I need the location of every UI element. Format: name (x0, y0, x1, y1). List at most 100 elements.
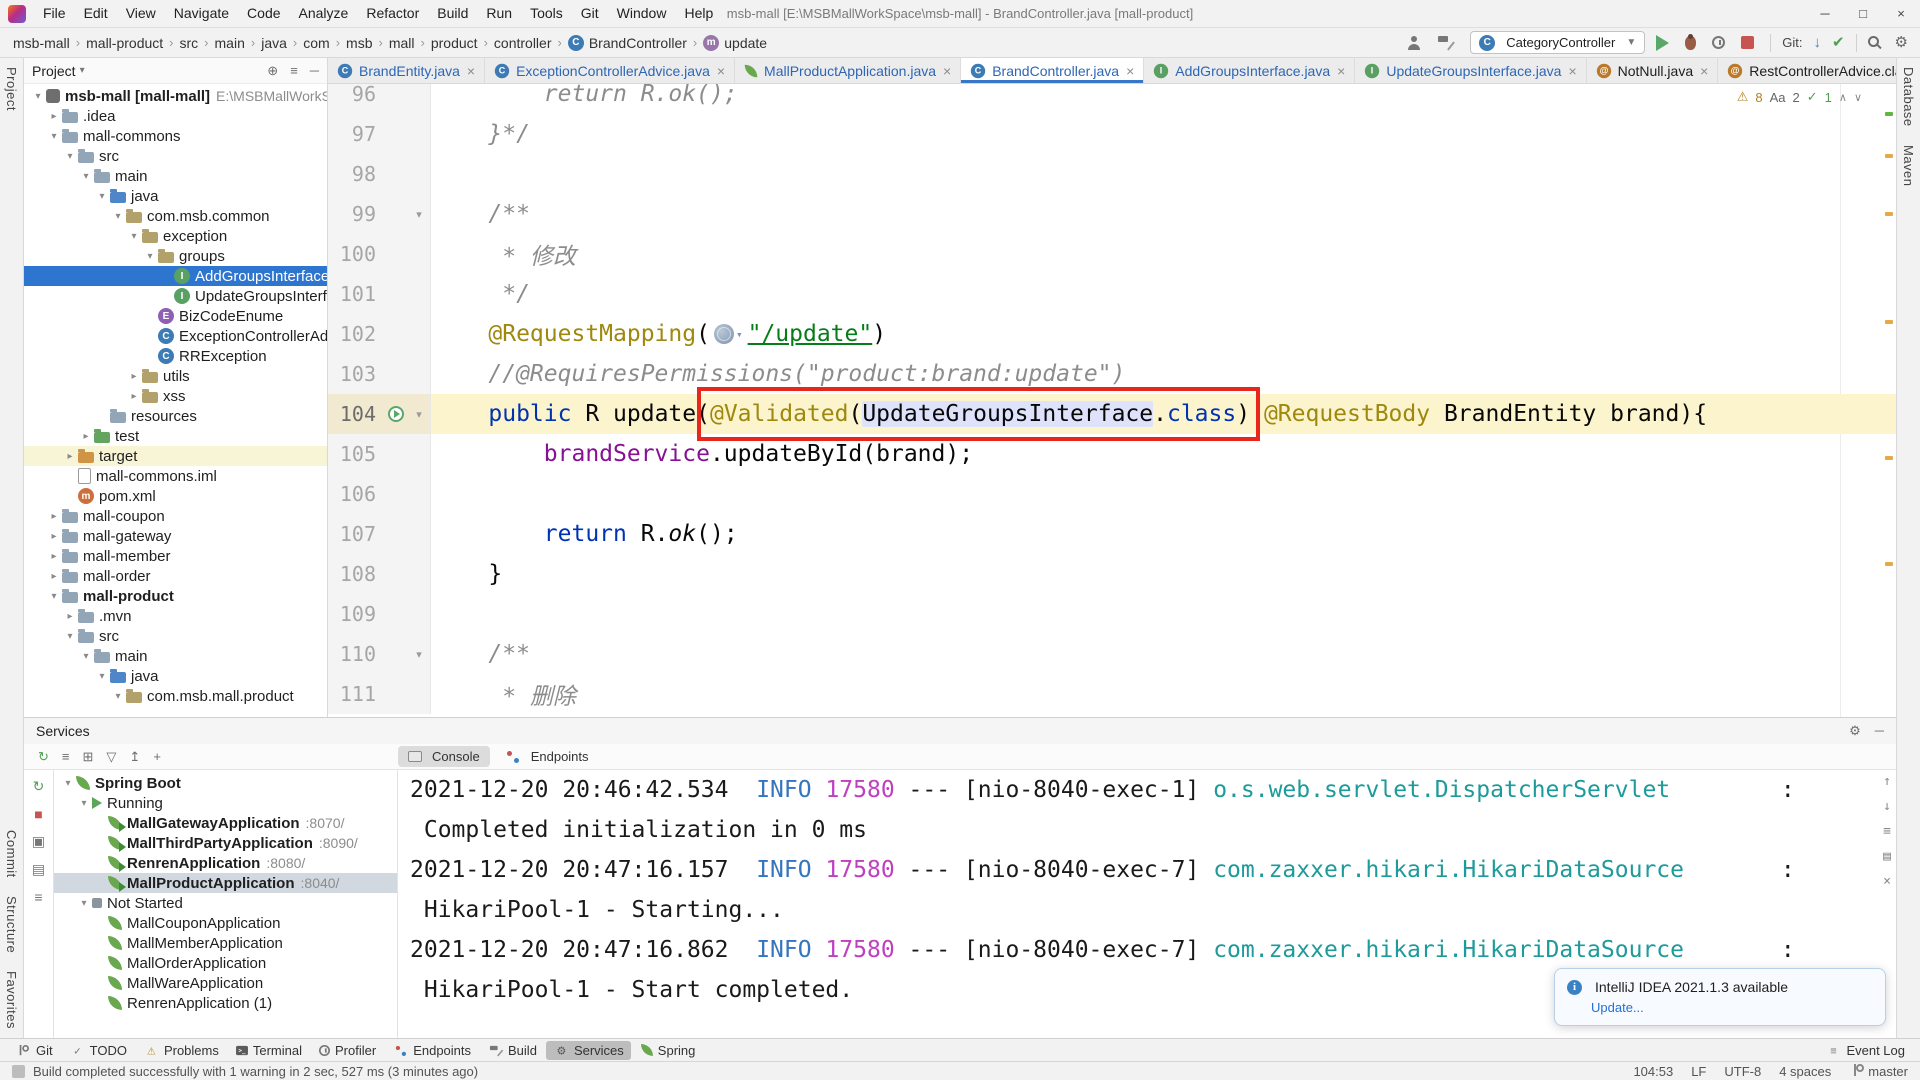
tool-window-button-terminal[interactable]: Terminal (228, 1041, 309, 1060)
tree-item[interactable]: ▾java (24, 186, 327, 206)
maximize-button[interactable]: □ (1844, 0, 1882, 27)
code-line[interactable]: 96 return R.ok(); (328, 84, 1896, 114)
menu-git[interactable]: Git (572, 0, 608, 27)
tree-item[interactable]: ▸.mvn (24, 606, 327, 626)
tool-window-button-build[interactable]: Build (480, 1041, 544, 1060)
tree-item[interactable]: ▾com.msb.mall.product (24, 686, 327, 706)
status-item[interactable]: UTF-8 (1724, 1064, 1761, 1079)
chevron-down-icon[interactable]: ▾ (80, 65, 85, 76)
debug-button[interactable] (1685, 36, 1696, 50)
restart-icon[interactable]: ↻ (33, 778, 45, 795)
code-line[interactable]: 103 //@RequiresPermissions("product:bran… (328, 354, 1896, 394)
breadcrumb-item[interactable]: msb-mall (12, 35, 71, 51)
view-tab-console[interactable]: Console (398, 746, 490, 767)
tree-item[interactable]: ▾Spring Boot (54, 773, 397, 793)
close-icon[interactable]: × (1337, 63, 1345, 79)
tree-item[interactable]: ▸.idea (24, 106, 327, 126)
tree-item[interactable]: mall-commons.iml (24, 466, 327, 486)
chevron-open-icon[interactable]: ▾ (46, 591, 62, 602)
tree-item[interactable]: BizCodeEnume (24, 306, 327, 326)
editor-tab[interactable]: BrandEntity.java× (328, 58, 485, 83)
code-line[interactable]: 101 */ (328, 274, 1896, 314)
close-icon[interactable]: × (1568, 63, 1576, 79)
prev-issue-icon[interactable]: ∧ (1839, 91, 1847, 104)
tool-button-project[interactable]: Project (4, 58, 19, 120)
add-service-icon[interactable]: + (153, 749, 161, 765)
tree-item[interactable]: ▸mall-member (24, 546, 327, 566)
tool-window-button-spring[interactable]: Spring (633, 1041, 703, 1060)
code-line[interactable]: 100 * 修改 (328, 234, 1896, 274)
status-item[interactable]: 4 spaces (1779, 1064, 1831, 1079)
tree-item[interactable]: ▾exception (24, 226, 327, 246)
chevron-closed-icon[interactable]: ▸ (126, 391, 142, 402)
tree-item[interactable]: ▾main (24, 646, 327, 666)
tree-item[interactable]: MallOrderApplication (54, 953, 397, 973)
git-update-button[interactable]: ↓ (1813, 35, 1821, 50)
tool-window-button-profiler[interactable]: Profiler (311, 1041, 383, 1060)
git-commit-button[interactable]: ✔ (1832, 35, 1845, 50)
chevron-open-icon[interactable]: ▾ (110, 211, 126, 222)
tool-window-button-git[interactable]: Git (8, 1041, 60, 1060)
tree-item[interactable]: MallWareApplication (54, 973, 397, 993)
editor-tab[interactable]: NotNull.java× (1587, 58, 1719, 83)
rerun-icon[interactable]: ↻ (38, 749, 49, 765)
tree-item[interactable]: ▾com.msb.common (24, 206, 327, 226)
chevron-closed-icon[interactable]: ▸ (62, 451, 78, 462)
fold-icon[interactable]: ▾ (408, 408, 430, 421)
tree-item[interactable]: ▸mall-gateway (24, 526, 327, 546)
stop-icon[interactable]: ■ (34, 806, 42, 822)
menu-navigate[interactable]: Navigate (165, 0, 238, 27)
tool-button-maven[interactable]: Maven (1901, 136, 1916, 196)
next-issue-icon[interactable]: ∨ (1854, 91, 1862, 104)
breadcrumb-item[interactable]: BrandController (567, 35, 688, 51)
chevron-closed-icon[interactable]: ▸ (46, 571, 62, 582)
tool-button-commit[interactable]: Commit (4, 821, 19, 887)
tree-item[interactable]: ▾main (24, 166, 327, 186)
soft-wrap-icon[interactable]: ≡ (1883, 824, 1891, 839)
profiler-button[interactable] (1712, 36, 1725, 49)
thread-dump-icon[interactable]: ▣ (32, 833, 45, 850)
run-configuration-select[interactable]: CategoryController ▼ (1470, 31, 1645, 54)
chevron-open-icon[interactable]: ▾ (60, 778, 76, 789)
tree-item[interactable]: ▾mall-product (24, 586, 327, 606)
code-line[interactable]: 104▾ public R update(@Validated(UpdateGr… (328, 394, 1896, 434)
editor-tab[interactable]: MallProductApplication.java× (735, 58, 961, 83)
chevron-open-icon[interactable]: ▾ (30, 91, 46, 102)
editor-tab[interactable]: BrandController.java× (961, 58, 1144, 83)
menu-file[interactable]: File (34, 0, 75, 27)
tree-item[interactable]: ▾src (24, 146, 327, 166)
status-item[interactable]: LF (1691, 1064, 1706, 1079)
tree-item[interactable]: ▾Not Started (54, 893, 397, 913)
tree-item[interactable]: ▸target (24, 446, 327, 466)
chevron-open-icon[interactable]: ▾ (126, 231, 142, 242)
tree-item[interactable]: ▾src (24, 626, 327, 646)
breadcrumb-item[interactable]: controller (493, 35, 553, 51)
chevron-open-icon[interactable]: ▾ (78, 651, 94, 662)
build-project-icon[interactable] (1437, 34, 1454, 51)
stop-button[interactable] (1741, 36, 1754, 49)
code-line[interactable]: 111 * 删除 (328, 674, 1896, 714)
chevron-closed-icon[interactable]: ▸ (46, 111, 62, 122)
search-everywhere-icon[interactable] (1868, 36, 1879, 47)
breadcrumb-item[interactable]: main (214, 35, 246, 51)
chevron-closed-icon[interactable]: ▸ (46, 531, 62, 542)
chevron-closed-icon[interactable]: ▸ (126, 371, 142, 382)
tool-window-button-todo[interactable]: TODO (62, 1041, 134, 1060)
code-line[interactable]: 97 }*/ (328, 114, 1896, 154)
breadcrumb-item[interactable]: msb (345, 35, 373, 51)
locate-file-icon[interactable]: ⊕ (267, 63, 278, 79)
menu-build[interactable]: Build (428, 0, 477, 27)
tree-item[interactable]: MallThirdPartyApplication:8090/ (54, 833, 397, 853)
filter-icon[interactable]: ▽ (106, 749, 116, 765)
tree-item[interactable]: ExceptionControllerAdvice (24, 326, 327, 346)
scroll-end-icon[interactable]: ▤ (1883, 849, 1891, 864)
fold-icon[interactable]: ▾ (408, 648, 430, 661)
menu-view[interactable]: View (117, 0, 165, 27)
menu-run[interactable]: Run (477, 0, 521, 27)
tree-item[interactable]: UpdateGroupsInterface (24, 286, 327, 306)
run-button[interactable] (1656, 35, 1669, 51)
tree-item[interactable]: ▾mall-commons (24, 126, 327, 146)
breadcrumb-item[interactable]: mall (388, 35, 416, 51)
chevron-open-icon[interactable]: ▾ (94, 191, 110, 202)
close-icon[interactable]: × (1126, 63, 1134, 79)
